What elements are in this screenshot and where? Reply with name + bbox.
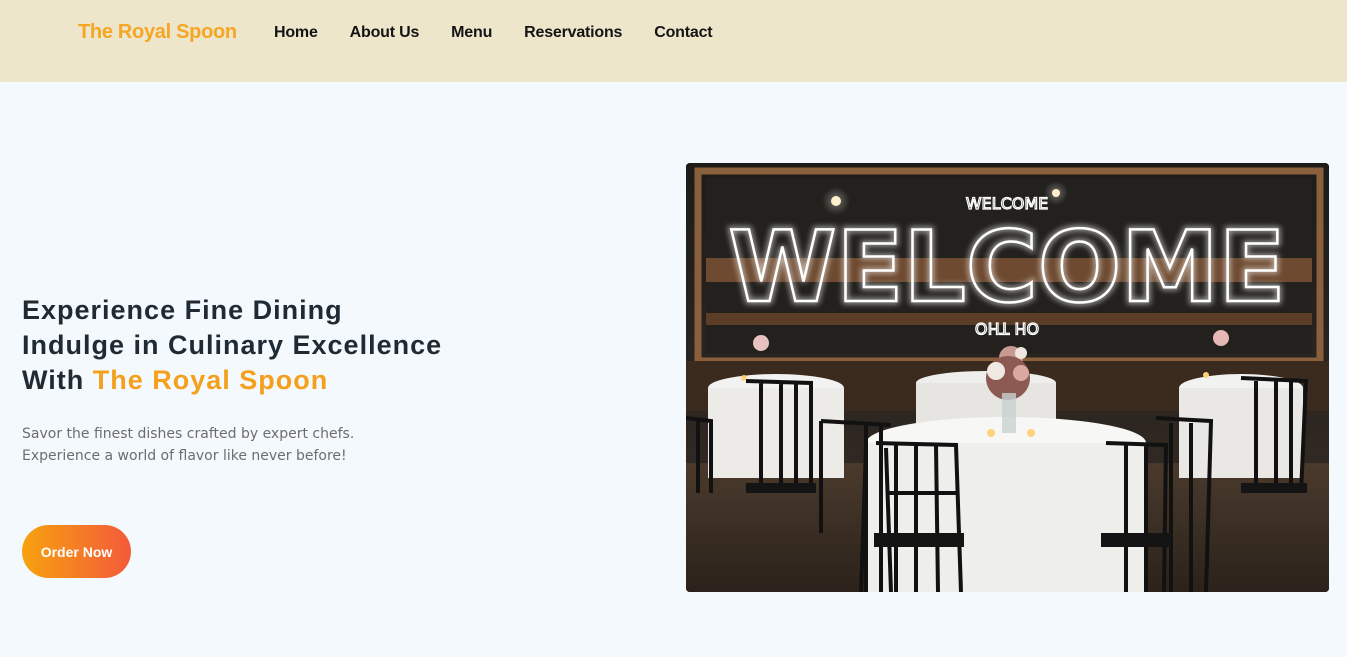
svg-text:OH THO: OH THO xyxy=(975,319,1039,338)
restaurant-photo: WELCOME WELCOME WELCOME OH THO xyxy=(686,163,1329,592)
brand-logo[interactable]: The Royal Spoon xyxy=(78,21,237,44)
hero-description: Savor the finest dishes crafted by exper… xyxy=(22,423,354,467)
hero-title: Experience Fine Dining Indulge in Culina… xyxy=(22,293,442,398)
navbar: The Royal Spoon Home About Us Menu Reser… xyxy=(0,0,1347,82)
svg-text:WELCOME: WELCOME xyxy=(966,194,1049,213)
nav-link-reservations[interactable]: Reservations xyxy=(524,24,622,42)
nav-link-menu[interactable]: Menu xyxy=(451,24,492,42)
order-now-button[interactable]: Order Now xyxy=(22,525,131,578)
hero-title-line3-prefix: With xyxy=(22,365,93,395)
hero-restaurant-image: WELCOME WELCOME WELCOME OH THO xyxy=(686,163,1329,592)
hero-title-accent: The Royal Spoon xyxy=(92,365,329,395)
nav-link-home[interactable]: Home xyxy=(274,24,318,42)
hero-description-line1: Savor the finest dishes crafted by exper… xyxy=(22,426,355,442)
nav-link-contact[interactable]: Contact xyxy=(654,24,712,42)
hero-title-line1: Experience Fine Dining xyxy=(22,295,343,325)
nav-links: Home About Us Menu Reservations Contact xyxy=(274,24,744,42)
neon-welcome-sign: WELCOME xyxy=(728,211,1285,325)
hero-description-line2: Experience a world of flavor like never … xyxy=(22,448,347,464)
nav-link-about-us[interactable]: About Us xyxy=(350,24,420,42)
hero-title-line2: Indulge in Culinary Excellence xyxy=(22,330,443,360)
